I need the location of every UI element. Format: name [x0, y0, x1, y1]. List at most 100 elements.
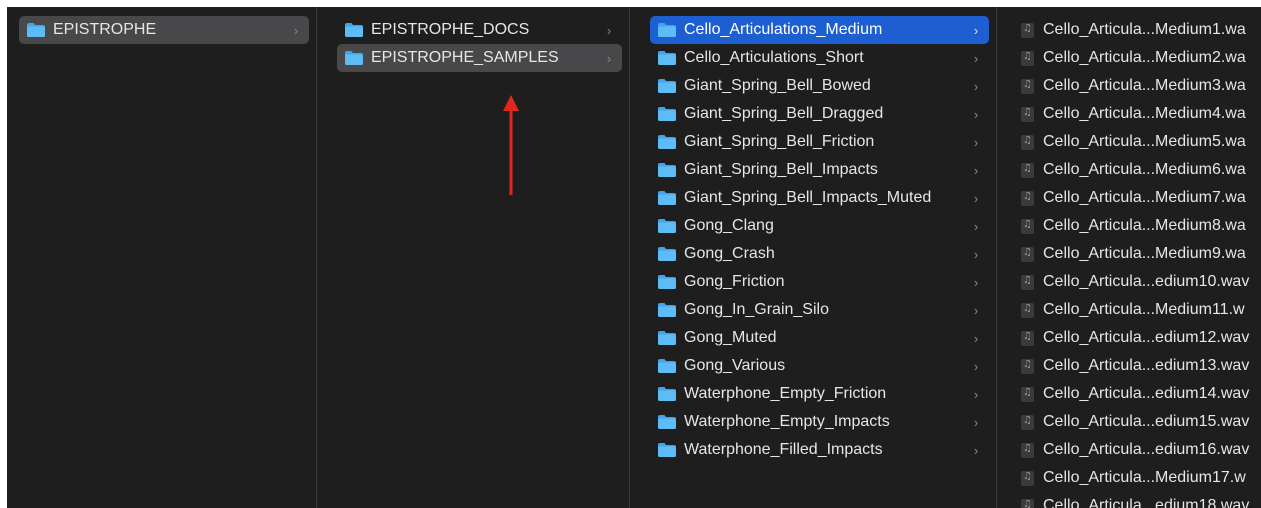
folder-row[interactable]: Gong_Crash › — [650, 240, 989, 268]
file-row[interactable]: Cello_Articula...Medium4.wa — [1017, 100, 1261, 128]
folder-label: Cello_Articulations_Medium — [684, 21, 883, 38]
file-label: Cello_Articula...edium18.wav — [1043, 497, 1250, 508]
file-row[interactable]: Cello_Articula...edium13.wav — [1017, 352, 1261, 380]
folder-row[interactable]: Waterphone_Empty_Impacts › — [650, 408, 989, 436]
folder-label: Waterphone_Filled_Impacts — [684, 441, 883, 458]
file-label: Cello_Articula...Medium3.wa — [1043, 77, 1246, 94]
folder-row-epistrophe-docs[interactable]: EPISTROPHE_DOCS › — [337, 16, 622, 44]
file-label: Cello_Articula...edium10.wav — [1043, 273, 1250, 290]
chevron-right-icon: › — [973, 106, 979, 122]
file-row[interactable]: Cello_Articula...Medium2.wa — [1017, 44, 1261, 72]
audio-file-icon — [1021, 498, 1034, 508]
folder-icon — [658, 387, 676, 401]
folder-row[interactable]: Giant_Spring_Bell_Impacts › — [650, 156, 989, 184]
chevron-right-icon: › — [973, 134, 979, 150]
folder-icon — [658, 415, 676, 429]
folder-label: Gong_Muted — [684, 329, 777, 346]
chevron-right-icon: › — [973, 246, 979, 262]
folder-label: Giant_Spring_Bell_Bowed — [684, 77, 871, 94]
file-label: Cello_Articula...Medium7.wa — [1043, 189, 1246, 206]
folder-row[interactable]: Cello_Articulations_Short › — [650, 44, 989, 72]
file-row[interactable]: Cello_Articula...Medium3.wa — [1017, 72, 1261, 100]
folder-row[interactable]: Giant_Spring_Bell_Friction › — [650, 128, 989, 156]
file-row[interactable]: Cello_Articula...Medium5.wa — [1017, 128, 1261, 156]
chevron-right-icon: › — [606, 22, 612, 38]
file-row[interactable]: Cello_Articula...edium16.wav — [1017, 436, 1261, 464]
folder-icon — [345, 51, 363, 65]
folder-label: EPISTROPHE — [53, 21, 157, 38]
folder-row[interactable]: Cello_Articulations_Medium › — [650, 16, 989, 44]
audio-file-icon — [1021, 330, 1034, 346]
file-label: Cello_Articula...edium16.wav — [1043, 441, 1250, 458]
chevron-right-icon: › — [973, 302, 979, 318]
audio-file-icon — [1021, 470, 1034, 486]
folder-icon — [658, 79, 676, 93]
chevron-right-icon: › — [973, 162, 979, 178]
column-epistrophe[interactable]: EPISTROPHE_DOCS › EPISTROPHE_SAMPLES › — [317, 7, 629, 508]
chevron-right-icon: › — [973, 190, 979, 206]
folder-label: Giant_Spring_Bell_Impacts — [684, 161, 878, 178]
audio-file-icon — [1021, 134, 1034, 150]
folder-row-epistrophe-samples[interactable]: EPISTROPHE_SAMPLES › — [337, 44, 622, 72]
folder-row[interactable]: Gong_Friction › — [650, 268, 989, 296]
file-row[interactable]: Cello_Articula...Medium1.wa — [1017, 16, 1261, 44]
file-row[interactable]: Cello_Articula...edium18.wav — [1017, 492, 1261, 508]
audio-file-icon — [1021, 358, 1034, 374]
folder-icon — [658, 51, 676, 65]
folder-row[interactable]: Giant_Spring_Bell_Impacts_Muted › — [650, 184, 989, 212]
file-label: Cello_Articula...Medium6.wa — [1043, 161, 1246, 178]
folder-row[interactable]: Gong_Clang › — [650, 212, 989, 240]
chevron-right-icon: › — [973, 386, 979, 402]
audio-file-icon — [1021, 162, 1034, 178]
audio-file-icon — [1021, 106, 1034, 122]
folder-label: Giant_Spring_Bell_Dragged — [684, 105, 884, 122]
file-row[interactable]: Cello_Articula...edium10.wav — [1017, 268, 1261, 296]
folder-row[interactable]: Giant_Spring_Bell_Dragged › — [650, 100, 989, 128]
chevron-right-icon: › — [973, 78, 979, 94]
column-epistrophe-samples[interactable]: Cello_Articulations_Medium › Cello_Articul… — [630, 7, 996, 508]
chevron-right-icon: › — [973, 358, 979, 374]
file-row[interactable]: Cello_Articula...edium12.wav — [1017, 324, 1261, 352]
folder-row[interactable]: Giant_Spring_Bell_Bowed › — [650, 72, 989, 100]
folder-icon — [658, 135, 676, 149]
folder-row[interactable]: Waterphone_Empty_Friction › — [650, 380, 989, 408]
audio-file-icon — [1021, 218, 1034, 234]
folder-label: Cello_Articulations_Short — [684, 49, 864, 66]
folder-label: Gong_In_Grain_Silo — [684, 301, 829, 318]
folder-icon — [658, 191, 676, 205]
folder-icon — [27, 23, 45, 37]
column-cello-articulations-medium[interactable]: Cello_Articula...Medium1.wa Cello_Articul… — [997, 7, 1261, 508]
folder-label: Gong_Clang — [684, 217, 774, 234]
file-row[interactable]: Cello_Articula...Medium8.wa — [1017, 212, 1261, 240]
audio-file-icon — [1021, 386, 1034, 402]
folder-icon — [658, 107, 676, 121]
file-label: Cello_Articula...Medium8.wa — [1043, 217, 1246, 234]
file-label: Cello_Articula...Medium9.wa — [1043, 245, 1246, 262]
folder-row-epistrophe[interactable]: EPISTROPHE › — [19, 16, 309, 44]
folder-row[interactable]: Gong_In_Grain_Silo › — [650, 296, 989, 324]
file-row[interactable]: Cello_Articula...Medium7.wa — [1017, 184, 1261, 212]
file-label: Cello_Articula...edium14.wav — [1043, 385, 1250, 402]
file-row[interactable]: Cello_Articula...Medium17.w — [1017, 464, 1261, 492]
chevron-right-icon: › — [973, 22, 979, 38]
file-row[interactable]: Cello_Articula...Medium6.wa — [1017, 156, 1261, 184]
folder-label: Giant_Spring_Bell_Friction — [684, 133, 875, 150]
folder-row[interactable]: Gong_Muted › — [650, 324, 989, 352]
file-label: Cello_Articula...Medium5.wa — [1043, 133, 1246, 150]
file-label: Cello_Articula...Medium17.w — [1043, 469, 1246, 486]
red-arrow-up-icon — [503, 95, 519, 195]
audio-file-icon — [1021, 50, 1034, 66]
folder-row[interactable]: Gong_Various › — [650, 352, 989, 380]
audio-file-icon — [1021, 302, 1034, 318]
column-root[interactable]: EPISTROPHE › — [7, 7, 316, 508]
audio-file-icon — [1021, 22, 1034, 38]
file-label: Cello_Articula...Medium2.wa — [1043, 49, 1246, 66]
file-row[interactable]: Cello_Articula...edium14.wav — [1017, 380, 1261, 408]
folder-row[interactable]: Waterphone_Filled_Impacts › — [650, 436, 989, 464]
audio-file-icon — [1021, 78, 1034, 94]
file-row[interactable]: Cello_Articula...Medium11.w — [1017, 296, 1261, 324]
file-row[interactable]: Cello_Articula...Medium9.wa — [1017, 240, 1261, 268]
folder-icon — [345, 23, 363, 37]
file-label: Cello_Articula...Medium4.wa — [1043, 105, 1246, 122]
file-row[interactable]: Cello_Articula...edium15.wav — [1017, 408, 1261, 436]
